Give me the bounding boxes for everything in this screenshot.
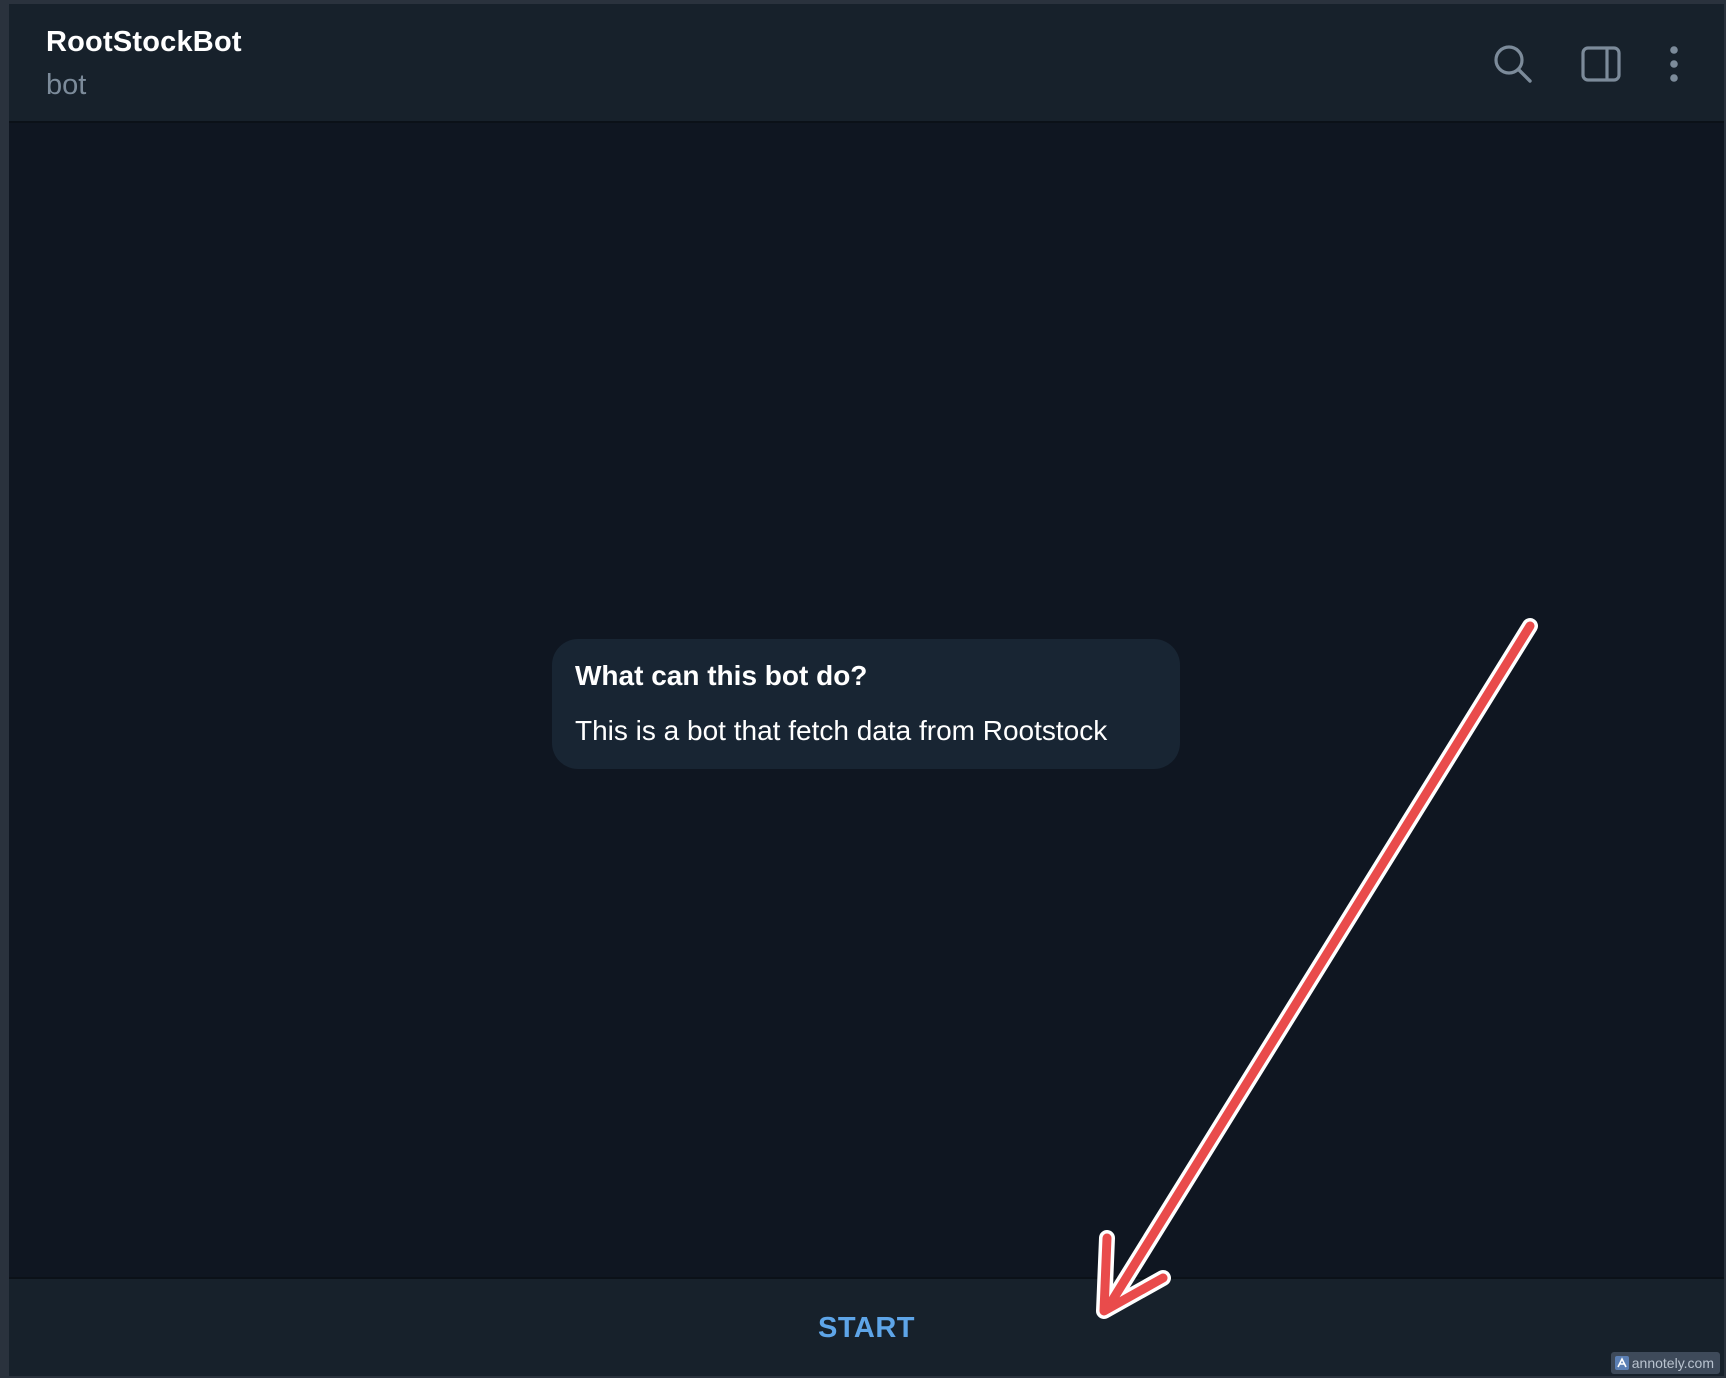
more-vertical-icon[interactable] [1659,40,1689,88]
chat-header: RootStockBot bot [9,4,1724,123]
start-button[interactable]: START [9,1279,1724,1376]
watermark-text: annotely.com [1631,1355,1714,1371]
watermark: annotely.com [1610,1352,1720,1374]
chat-window: RootStockBot bot What can this bot do? T… [9,4,1724,1376]
chat-area: What can this bot do? This is a bot that… [9,123,1724,1277]
bot-info-card: What can this bot do? This is a bot that… [552,639,1180,769]
bot-info-title: What can this bot do? [575,660,868,691]
bottom-bar: START [9,1277,1724,1376]
search-icon[interactable] [1489,40,1537,88]
annotely-logo-icon [1614,1356,1629,1370]
bot-info-text: This is a bot that fetch data from Roots… [575,715,1108,746]
chat-subtitle: bot [46,69,87,101]
chat-title[interactable]: RootStockBot [46,26,242,59]
sidebar-toggle-icon[interactable] [1577,40,1625,88]
